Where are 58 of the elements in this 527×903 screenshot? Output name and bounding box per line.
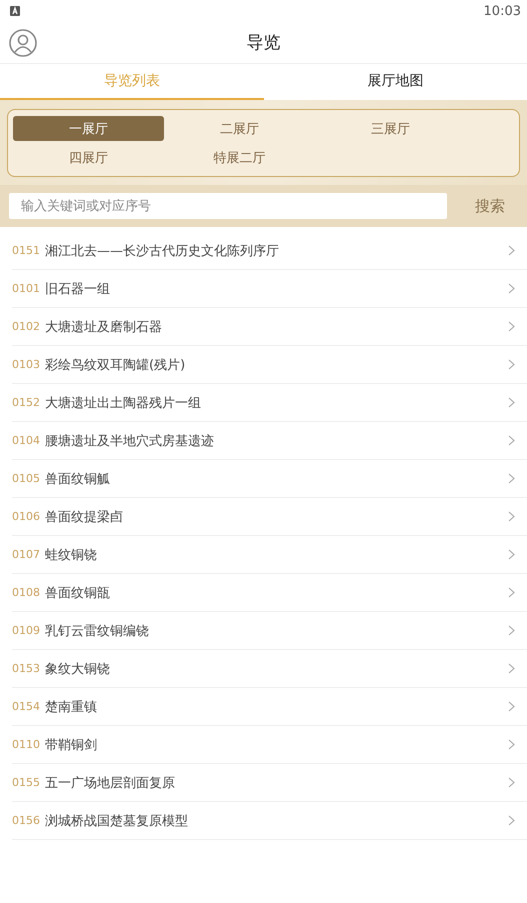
item-number: 0108: [12, 586, 40, 599]
item-title[interactable]: 兽面纹提梁卣: [45, 508, 503, 526]
chevron-right-icon: [508, 283, 515, 294]
chevron-right-icon: [508, 701, 515, 712]
item-number: 0151: [12, 244, 40, 257]
hall-option[interactable]: 特展二厅: [164, 145, 315, 170]
chevron-right-icon: [508, 739, 515, 750]
item-number: 0109: [12, 624, 40, 637]
chevron-right-icon: [508, 777, 515, 788]
hall-option[interactable]: 一展厅: [13, 116, 164, 141]
item-title[interactable]: 腰塘遗址及半地穴式房基遗迹: [45, 432, 503, 450]
item-number: 0107: [12, 548, 40, 561]
item-title[interactable]: 楚南重镇: [45, 698, 503, 716]
item-title[interactable]: 旧石器一组: [45, 280, 503, 298]
item-title[interactable]: 兽面纹铜瓿: [45, 584, 503, 602]
item-number: 0110: [12, 738, 40, 751]
status-time: 10:03: [484, 4, 521, 18]
item-title[interactable]: 乳钉云雷纹铜编铙: [45, 622, 503, 640]
item-number: 0102: [12, 320, 40, 333]
item-title[interactable]: 彩绘鸟纹双耳陶罐(残片): [45, 356, 503, 374]
item-title[interactable]: 大塘遗址及磨制石器: [45, 318, 503, 336]
item-title[interactable]: 湘江北去——长沙古代历史文化陈列序厅: [45, 242, 503, 260]
hall-option[interactable]: 三展厅: [315, 116, 466, 141]
chevron-right-icon: [508, 625, 515, 636]
page-title: 导览: [246, 32, 280, 54]
item-title[interactable]: 浏城桥战国楚墓复原模型: [45, 812, 503, 830]
item-number: 0104: [12, 434, 40, 447]
item-title[interactable]: 带鞘铜剑: [45, 736, 503, 754]
item-title[interactable]: 蛙纹铜铙: [45, 546, 503, 564]
chevron-right-icon: [508, 511, 515, 522]
chevron-right-icon: [508, 473, 515, 484]
chevron-right-icon: [508, 359, 515, 370]
item-title[interactable]: 五一广场地层剖面复原: [45, 774, 503, 792]
item-title[interactable]: 大塘遗址出土陶器残片一组: [45, 394, 503, 412]
user-icon[interactable]: [9, 28, 37, 56]
chevron-right-icon: [508, 587, 515, 598]
hall-option[interactable]: 二展厅: [164, 116, 315, 141]
item-number: 0154: [12, 700, 40, 713]
item-number: 0101: [12, 282, 40, 295]
item-title[interactable]: 兽面纹铜觚: [45, 470, 503, 488]
item-number: 0153: [12, 662, 40, 675]
chevron-right-icon: [508, 549, 515, 560]
chevron-right-icon: [508, 245, 515, 256]
item-number: 0156: [12, 814, 40, 827]
item-title[interactable]: 象纹大铜铙: [45, 660, 503, 678]
search-field[interactable]: 输入关键词或对应序号: [9, 193, 447, 219]
chevron-right-icon: [508, 435, 515, 446]
chevron-right-icon: [508, 663, 515, 674]
hall-option[interactable]: 四展厅: [13, 145, 164, 170]
keyboard-indicator-icon: [10, 6, 20, 16]
item-number: 0103: [12, 358, 40, 371]
item-number: 0152: [12, 396, 40, 409]
chevron-right-icon: [508, 815, 515, 826]
item-number: 0106: [12, 510, 40, 523]
chevron-right-icon: [508, 321, 515, 332]
item-number: 0105: [12, 472, 40, 485]
item-number: 0155: [12, 776, 40, 789]
chevron-right-icon: [508, 397, 515, 408]
